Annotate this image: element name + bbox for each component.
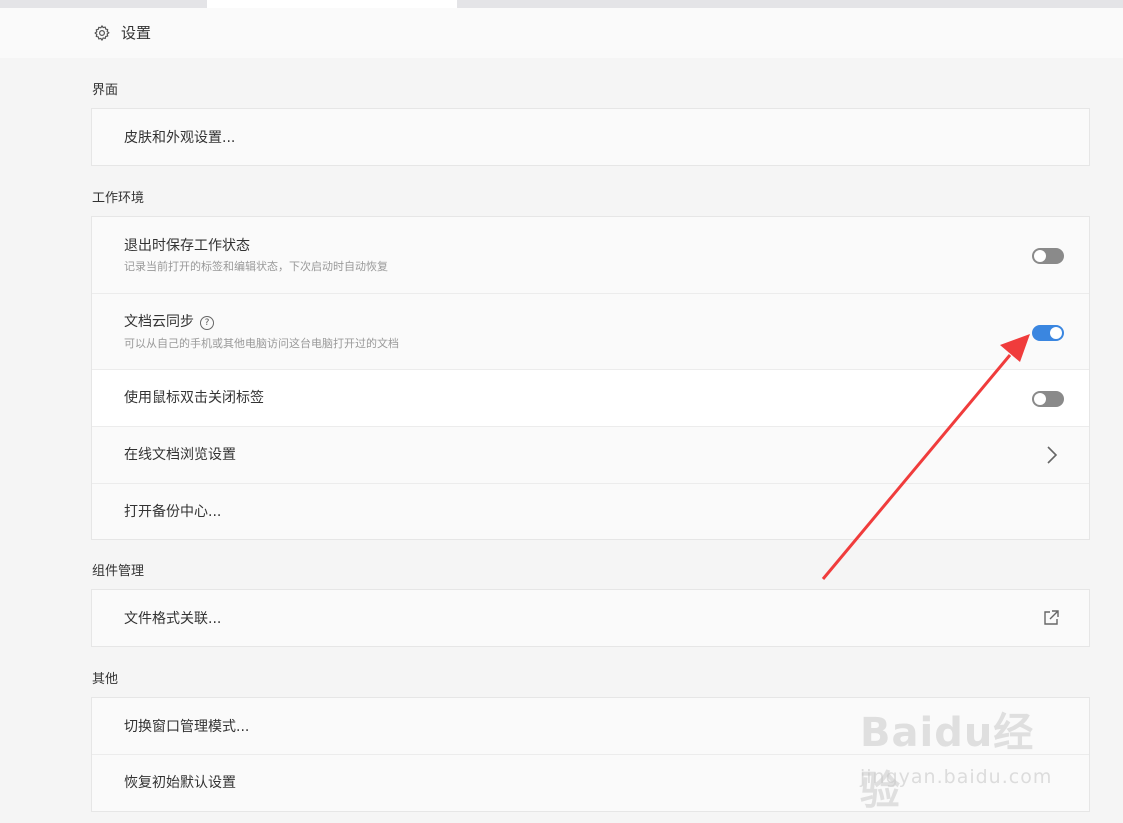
card-workspace: 退出时保存工作状态 记录当前打开的标签和编辑状态，下次启动时自动恢复 文档云同步… <box>91 216 1090 540</box>
setting-label: 在线文档浏览设置 <box>124 447 236 463</box>
setting-label: 文件格式关联... <box>124 611 222 627</box>
setting-switch-window-mode[interactable]: 切换窗口管理模式... <box>92 698 1089 754</box>
setting-label: 退出时保存工作状态 <box>124 238 250 254</box>
setting-description: 可以从自己的手机或其他电脑访问这台电脑打开过的文档 <box>124 337 399 350</box>
cloud-sync-label: 文档云同步 <box>124 314 194 330</box>
toggle-knob <box>1050 327 1062 339</box>
card-interface: 皮肤和外观设置... <box>91 108 1090 166</box>
section-label-other: 其他 <box>92 672 119 687</box>
setting-label: 切换窗口管理模式... <box>124 719 250 735</box>
gear-icon <box>94 25 110 41</box>
setting-double-click-close-tab: 使用鼠标双击关闭标签 <box>92 369 1089 426</box>
setting-description: 记录当前打开的标签和编辑状态，下次启动时自动恢复 <box>124 260 388 273</box>
section-label-components: 组件管理 <box>92 564 145 579</box>
setting-label: 打开备份中心... <box>124 504 222 520</box>
external-link-icon <box>1044 610 1059 625</box>
save-state-toggle[interactable] <box>1032 248 1064 264</box>
setting-label: 恢复初始默认设置 <box>124 775 236 791</box>
setting-file-association[interactable]: 文件格式关联... <box>92 590 1089 646</box>
setting-online-doc-browse[interactable]: 在线文档浏览设置 <box>92 426 1089 483</box>
active-tab[interactable] <box>207 0 457 8</box>
card-other: 切换窗口管理模式... 恢复初始默认设置 <box>91 697 1090 812</box>
setting-save-state-on-exit: 退出时保存工作状态 记录当前打开的标签和编辑状态，下次启动时自动恢复 <box>92 217 1089 293</box>
card-components: 文件格式关联... <box>91 589 1090 647</box>
cloud-sync-toggle[interactable] <box>1032 325 1064 341</box>
setting-open-backup-center[interactable]: 打开备份中心... <box>92 483 1089 539</box>
setting-label: 使用鼠标双击关闭标签 <box>124 390 264 406</box>
toggle-knob <box>1034 393 1046 405</box>
setting-cloud-sync: 文档云同步? 可以从自己的手机或其他电脑访问这台电脑打开过的文档 <box>92 293 1089 369</box>
top-tab-strip <box>0 0 1123 8</box>
page-title: 设置 <box>121 24 152 42</box>
double-click-close-toggle[interactable] <box>1032 391 1064 407</box>
settings-header: 设置 <box>0 8 1123 58</box>
setting-restore-defaults[interactable]: 恢复初始默认设置 <box>92 754 1089 811</box>
toggle-knob <box>1034 250 1046 262</box>
setting-skin-appearance[interactable]: 皮肤和外观设置... <box>92 109 1089 165</box>
setting-label: 文档云同步? <box>124 312 214 332</box>
help-icon[interactable]: ? <box>200 316 214 330</box>
section-label-workspace: 工作环境 <box>92 191 145 206</box>
section-label-interface: 界面 <box>92 83 119 98</box>
chevron-right-icon <box>1047 446 1058 464</box>
setting-label: 皮肤和外观设置... <box>124 130 236 146</box>
